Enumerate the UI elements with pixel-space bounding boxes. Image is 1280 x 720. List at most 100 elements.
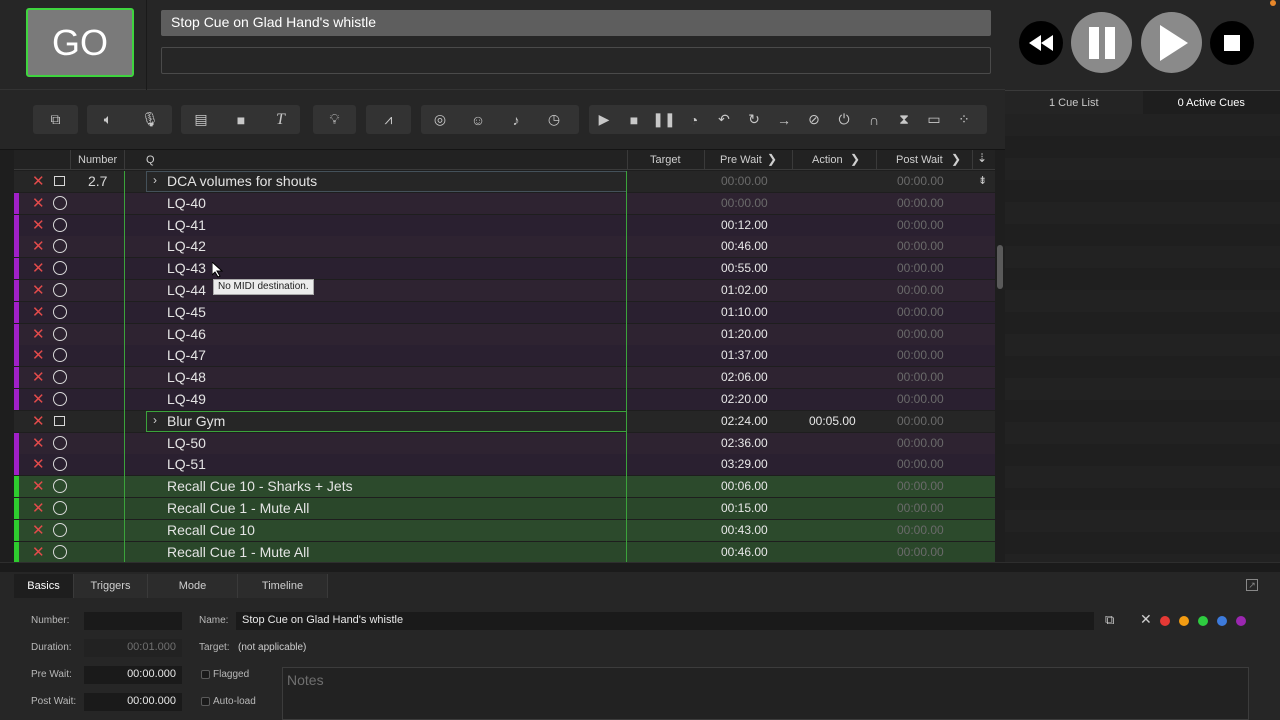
cue-row[interactable]: ✕ Recall Cue 1 - Mute All 00:15.00 00:00.00 (14, 498, 995, 519)
stop-cue-icon[interactable]: ■ (619, 105, 649, 134)
network-cue-icon[interactable]: ◎ (421, 105, 459, 134)
cue-post-wait[interactable]: 00:00.00 (897, 327, 944, 341)
color-blue-swatch[interactable] (1217, 616, 1227, 626)
rewind-button[interactable] (1019, 21, 1063, 65)
cue-post-wait[interactable]: 00:00.00 (897, 479, 944, 493)
start-cue-icon[interactable]: ▶ (589, 105, 619, 134)
cue-name[interactable]: LQ-41 (167, 217, 206, 233)
wait-cue-icon[interactable]: ⧗ (889, 105, 919, 134)
tab-triggers[interactable]: Triggers (74, 574, 148, 598)
cue-row[interactable]: ✕ LQ-49 02:20.00 00:00.00 (14, 389, 995, 410)
tab-cue-lists[interactable]: 1 Cue List (1005, 91, 1143, 114)
cue-name[interactable]: LQ-42 (167, 238, 206, 254)
cue-pre-wait[interactable]: 00:46.00 (721, 239, 768, 253)
clear-color-icon[interactable]: ✕ (1140, 611, 1152, 628)
cue-pre-wait[interactable]: 03:29.00 (721, 457, 768, 471)
cue-pre-wait[interactable]: 01:02.00 (721, 283, 768, 297)
column-number[interactable]: Number (78, 154, 117, 166)
copy-icon[interactable]: ⧉ (1105, 612, 1114, 628)
cue-pre-wait[interactable]: 02:20.00 (721, 392, 768, 406)
text-cue-icon[interactable]: T (261, 105, 300, 134)
timecode-cue-icon[interactable]: ◷ (535, 105, 573, 134)
action-arrow-icon[interactable]: ❯ (850, 152, 860, 166)
continue-mode-icon[interactable]: ⇣ (977, 151, 987, 165)
cue-pre-wait[interactable]: 00:12.00 (721, 218, 768, 232)
color-red-swatch[interactable] (1160, 616, 1170, 626)
cue-name[interactable]: LQ-47 (167, 347, 206, 363)
cue-name[interactable]: LQ-51 (167, 456, 206, 472)
light-cue-icon[interactable]: 💡︎ (313, 105, 356, 134)
cue-name[interactable]: LQ-46 (167, 326, 206, 342)
cue-post-wait[interactable]: 00:00.00 (897, 523, 944, 537)
cue-pre-wait[interactable]: 01:10.00 (721, 305, 768, 319)
expand-chevron-icon[interactable]: › (153, 173, 157, 187)
go-button[interactable]: GO (26, 8, 134, 77)
cue-row[interactable]: ✕ LQ-41 00:12.00 00:00.00 (14, 214, 995, 236)
cue-name[interactable]: Recall Cue 1 - Mute All (167, 544, 309, 560)
post-wait-arrow-icon[interactable]: ❯ (951, 152, 961, 166)
column-action[interactable]: Action (812, 154, 843, 166)
pre-wait-field[interactable]: 00:00.000 (84, 666, 182, 684)
expand-chevron-icon[interactable]: › (153, 413, 157, 427)
cue-post-wait[interactable]: 00:00.00 (897, 370, 944, 384)
cue-pre-wait[interactable]: 02:24.00 (721, 414, 768, 428)
cue-name[interactable]: LQ-49 (167, 391, 206, 407)
group-cue-row[interactable]: ✕ › Blur Gym 02:24.00 00:05.00 00:00.00 (14, 410, 995, 432)
fade-cue-icon[interactable]: ⩘ (366, 105, 411, 134)
memo-cue-icon[interactable]: ▭ (919, 105, 949, 134)
cue-list-scrollbar[interactable] (997, 245, 1003, 289)
cue-pre-wait[interactable]: 00:43.00 (721, 523, 768, 537)
goto-cue-icon[interactable]: → (769, 105, 799, 134)
stop-button[interactable] (1210, 21, 1254, 65)
cue-post-wait[interactable]: 00:00.00 (897, 305, 944, 319)
cue-post-wait[interactable]: 00:00.00 (897, 218, 944, 232)
post-wait-field[interactable]: 00:00.000 (84, 693, 182, 711)
column-q[interactable]: Q (146, 154, 155, 166)
cue-name[interactable]: LQ-40 (167, 195, 206, 211)
pause-button[interactable] (1071, 12, 1132, 73)
cue-post-wait[interactable]: 00:00.00 (897, 436, 944, 450)
cue-pre-wait[interactable]: 00:55.00 (721, 261, 768, 275)
cue-post-wait[interactable]: 00:00.00 (897, 545, 944, 559)
arm-cue-icon[interactable]: ⏻ (829, 105, 859, 134)
target-cue-icon[interactable]: ⊘ (799, 105, 829, 134)
group-cue-icon[interactable]: ⧉ (33, 105, 78, 134)
cue-pre-wait[interactable]: 00:06.00 (721, 479, 768, 493)
video-cue-icon[interactable]: ▤ (181, 105, 221, 134)
cue-name[interactable]: LQ-48 (167, 369, 206, 385)
auto-load-checkbox[interactable] (201, 697, 210, 706)
cue-row[interactable]: ✕ Recall Cue 10 00:43.00 00:00.00 (14, 519, 995, 541)
number-field[interactable] (84, 612, 182, 630)
cue-pre-wait[interactable]: 00:00.00 (721, 196, 768, 210)
cue-pre-wait[interactable]: 00:00.00 (721, 174, 768, 188)
mic-cue-icon[interactable]: 🎙︎ (129, 105, 171, 134)
cue-post-wait[interactable]: 00:00.00 (897, 283, 944, 297)
disarm-cue-icon[interactable]: ∩ (859, 105, 889, 134)
tab-mode[interactable]: Mode (148, 574, 238, 598)
audio-cue-icon[interactable]: 🔈︎ (87, 105, 129, 134)
devamp-cue-icon[interactable]: ↻ (739, 105, 769, 134)
cue-name[interactable]: Blur Gym (167, 413, 225, 429)
standby-cue-notes[interactable] (161, 47, 991, 74)
name-field[interactable]: Stop Cue on Glad Hand's whistle (236, 612, 1094, 630)
cue-row[interactable]: ✕ LQ-50 02:36.00 00:00.00 (14, 432, 995, 454)
color-orange-swatch[interactable] (1179, 616, 1189, 626)
cue-pre-wait[interactable]: 01:37.00 (721, 348, 768, 362)
cue-name[interactable]: LQ-45 (167, 304, 206, 320)
script-cue-icon[interactable]: ⁘ (949, 105, 979, 134)
cue-row[interactable]: ✕ LQ-43 00:55.00 00:00.00 (14, 258, 995, 280)
cue-row[interactable]: ✕ LQ-51 03:29.00 00:00.00 (14, 454, 995, 476)
cue-row[interactable]: ✕ LQ-42 00:46.00 00:00.00 (14, 236, 995, 258)
cue-name[interactable]: DCA volumes for shouts (167, 173, 317, 189)
play-button[interactable] (1141, 12, 1202, 73)
tab-active-cues[interactable]: 0 Active Cues (1142, 91, 1280, 114)
cue-name[interactable]: Recall Cue 10 (167, 522, 255, 538)
reset-cue-icon[interactable]: ↶ (709, 105, 739, 134)
cue-name[interactable]: Recall Cue 1 - Mute All (167, 500, 309, 516)
cue-pre-wait[interactable]: 00:15.00 (721, 501, 768, 515)
cue-name[interactable]: LQ-44 (167, 282, 206, 298)
group-cue-row[interactable]: ✕ 2.7 › DCA volumes for shouts 00:00.00 00:00… (14, 171, 995, 192)
column-post-wait[interactable]: Post Wait (896, 154, 943, 166)
cue-pre-wait[interactable]: 01:20.00 (721, 327, 768, 341)
cue-post-wait[interactable]: 00:00.00 (897, 261, 944, 275)
